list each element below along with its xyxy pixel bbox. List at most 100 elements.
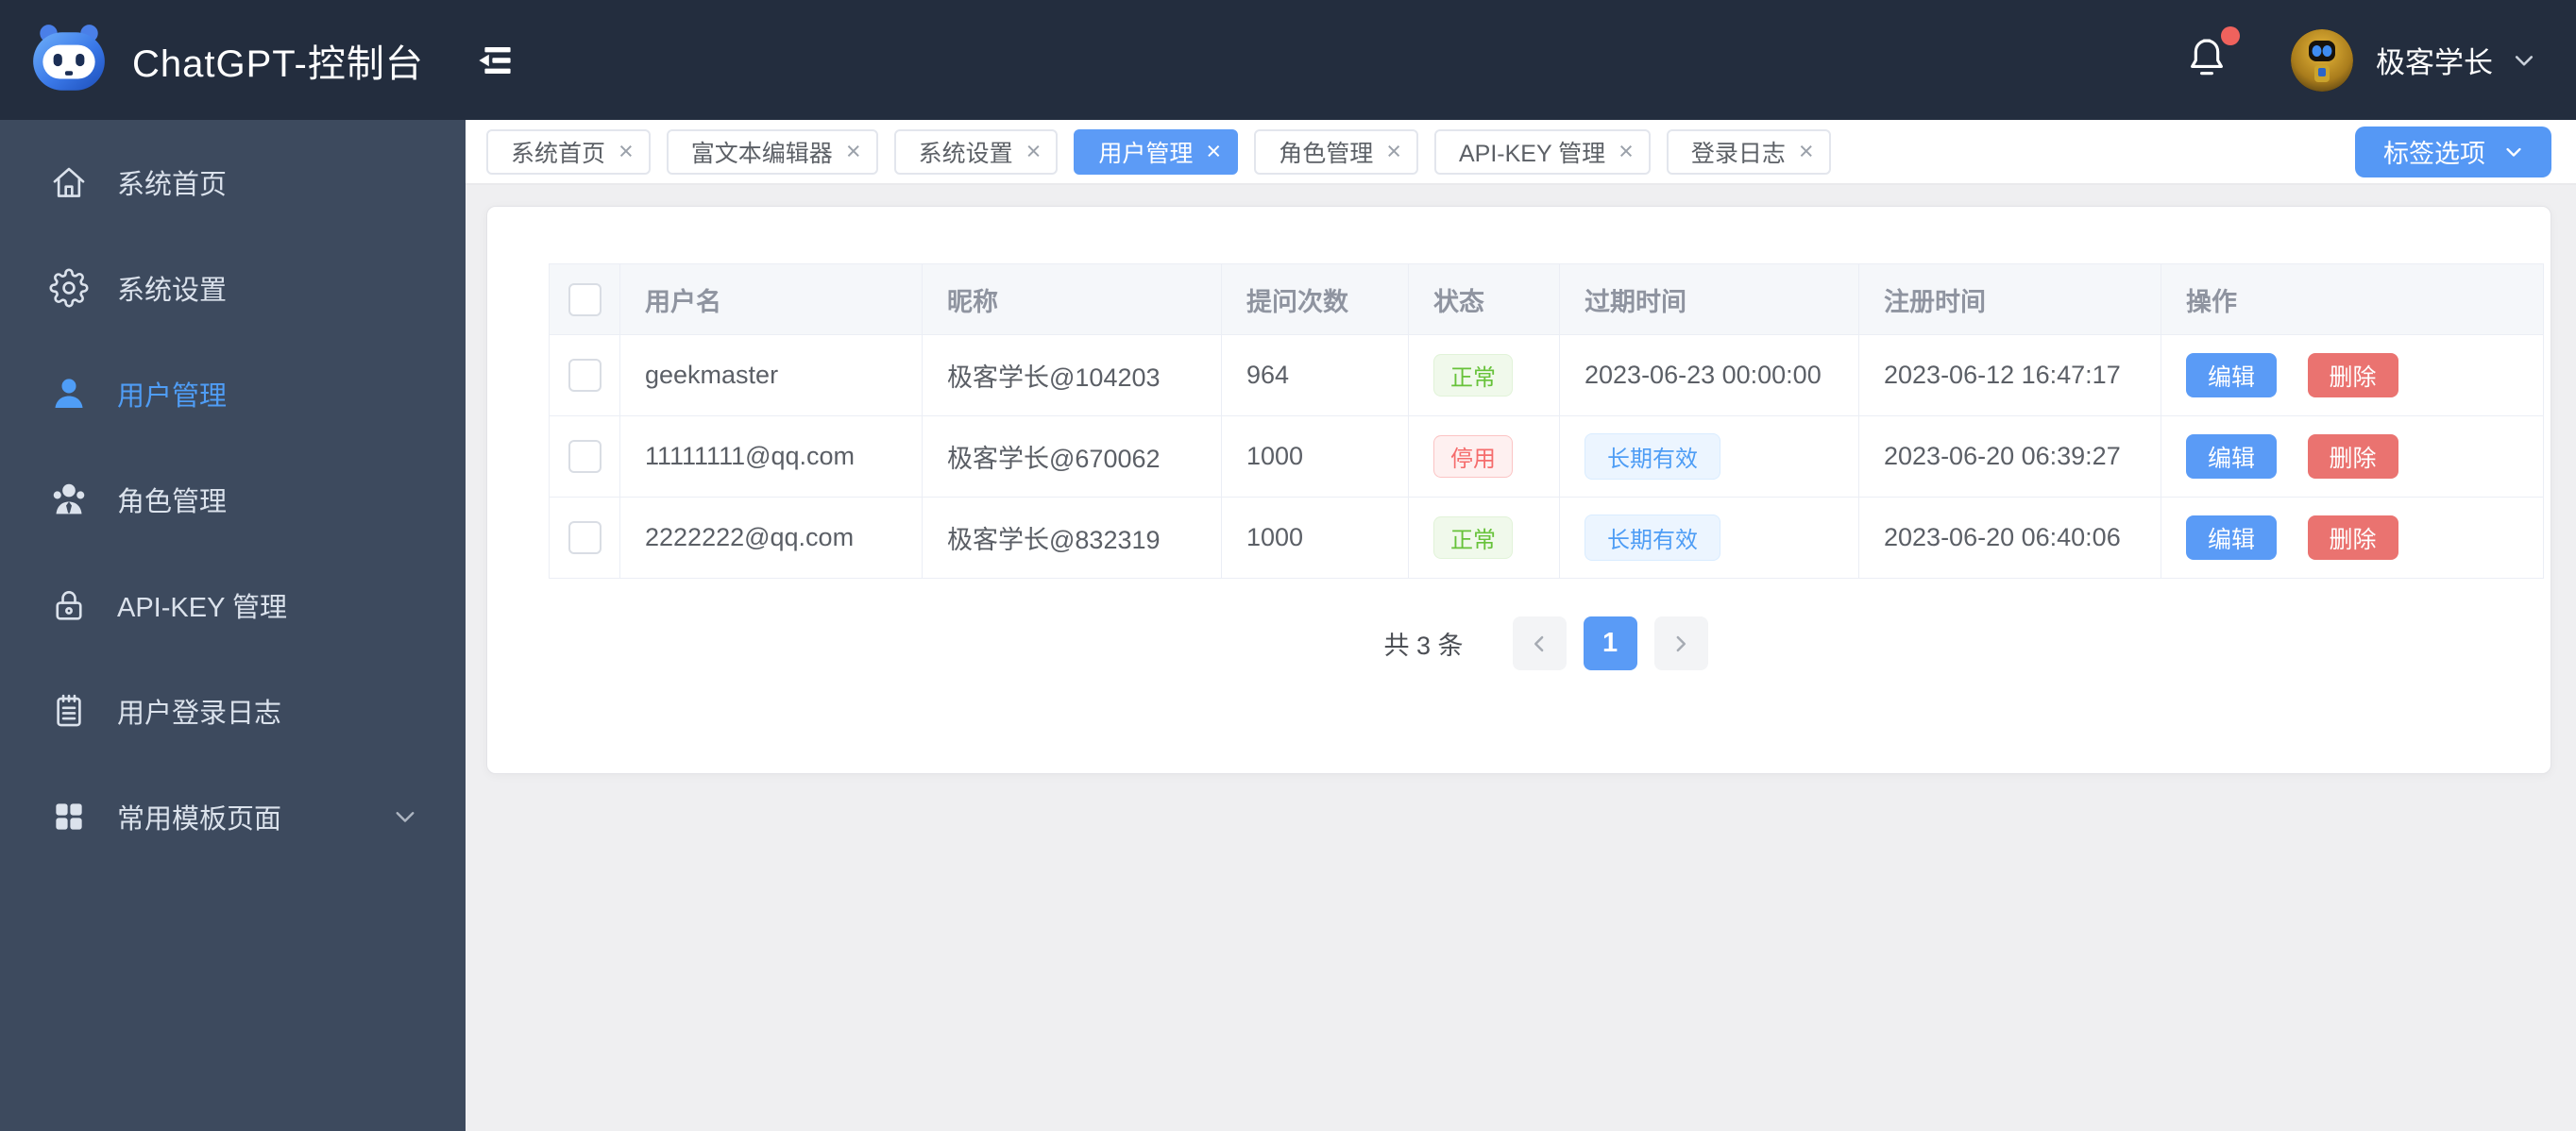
cell-question-count: 964 xyxy=(1221,334,1409,416)
close-icon[interactable]: × xyxy=(846,139,861,164)
tab-rich-text-editor[interactable]: 富文本编辑器 × xyxy=(666,128,878,175)
tabbar: 系统首页 × 富文本编辑器 × 系统设置 × 用户管理 × 角色管理 × API… xyxy=(466,120,2576,185)
sidebar-item-role-management[interactable]: 角色管理 xyxy=(0,447,466,552)
tab-login-log[interactable]: 登录日志 × xyxy=(1666,128,1831,175)
app-root: ChatGPT-控制台 极客学长 系统首页 系统设置 用户管理 角色管理 API… xyxy=(0,0,2576,1131)
sidebar-item-label: 角色管理 xyxy=(117,487,228,517)
cell-username: 11111111@qq.com xyxy=(619,415,923,498)
pagination-total: 共 3 条 xyxy=(1383,632,1464,660)
cell-register-time: 2023-06-20 06:39:27 xyxy=(1858,415,2161,498)
content-area: 用户名 昵称 提问次数 状态 过期时间 注册时间 操作 geekmaster 极… xyxy=(466,185,2576,1131)
chevron-right-icon xyxy=(1676,635,1686,651)
tag-options-label: 标签选项 xyxy=(2383,140,2485,168)
sidebar-item-system-settings[interactable]: 系统设置 xyxy=(0,235,466,341)
edit-button[interactable]: 编辑 xyxy=(2186,515,2278,560)
pagination-next-button[interactable] xyxy=(1653,616,1708,670)
cell-nickname: 极客学长@104203 xyxy=(922,334,1222,416)
notification-bell-icon[interactable] xyxy=(2183,26,2240,86)
tab-label: 用户管理 xyxy=(1098,140,1194,167)
table-header-row: 用户名 昵称 提问次数 状态 过期时间 注册时间 操作 xyxy=(549,263,2544,335)
cell-nickname: 极客学长@832319 xyxy=(922,497,1222,579)
row-checkbox[interactable] xyxy=(568,440,602,473)
sidebar-item-label: 常用模板页面 xyxy=(117,804,282,835)
select-all-checkbox[interactable] xyxy=(568,282,602,316)
sidebar-item-label: 系统设置 xyxy=(117,276,228,306)
expire-badge: 长期有效 xyxy=(1585,433,1720,480)
edit-button[interactable]: 编辑 xyxy=(2186,434,2278,479)
tab-label: 系统设置 xyxy=(918,140,1013,167)
pagination-page-1[interactable]: 1 xyxy=(1583,616,1637,670)
sidebar-item-user-management[interactable]: 用户管理 xyxy=(0,341,466,447)
sidebar-item-label: 系统首页 xyxy=(117,170,228,200)
pagination-prev-button[interactable] xyxy=(1512,616,1567,670)
table-row: 2222222@qq.com 极客学长@832319 1000 正常 长期有效 … xyxy=(549,497,2544,579)
log-icon xyxy=(47,691,91,731)
sidebar-fold-icon[interactable] xyxy=(473,38,518,83)
tag-options-button[interactable]: 标签选项 xyxy=(2355,126,2551,177)
chevron-down-icon xyxy=(388,800,422,834)
user-avatar[interactable] xyxy=(2291,28,2353,92)
cell-question-count: 1000 xyxy=(1221,415,1409,498)
sidebar: 系统首页 系统设置 用户管理 角色管理 API-KEY 管理 用户登录日志 常用… xyxy=(0,120,466,1131)
app-title: ChatGPT-控制台 xyxy=(132,42,424,85)
chevron-left-icon xyxy=(1534,635,1544,651)
tab-label: 富文本编辑器 xyxy=(690,140,833,167)
edit-button[interactable]: 编辑 xyxy=(2186,353,2278,397)
tab-label: API-KEY 管理 xyxy=(1458,140,1606,167)
user-icon xyxy=(47,374,91,414)
cell-question-count: 1000 xyxy=(1221,497,1409,579)
user-name[interactable]: 极客学长 xyxy=(2376,39,2493,81)
pagination: 共 3 条 1 xyxy=(549,616,2543,670)
cell-username: 2222222@qq.com xyxy=(619,497,923,579)
sidebar-item-api-key[interactable]: API-KEY 管理 xyxy=(0,552,466,658)
roles-icon xyxy=(47,480,91,519)
app-logo-icon xyxy=(28,20,110,101)
close-icon[interactable]: × xyxy=(1026,139,1042,164)
column-header-nickname: 昵称 xyxy=(922,263,1222,335)
table-row: geekmaster 极客学长@104203 964 正常 2023-06-23… xyxy=(549,334,2544,416)
tab-system-settings[interactable]: 系统设置 × xyxy=(893,128,1059,175)
status-badge: 停用 xyxy=(1433,435,1513,478)
delete-button[interactable]: 删除 xyxy=(2307,353,2398,397)
row-checkbox[interactable] xyxy=(568,521,602,554)
delete-button[interactable]: 删除 xyxy=(2307,434,2398,479)
expire-badge: 长期有效 xyxy=(1585,515,1720,561)
row-checkbox[interactable] xyxy=(568,359,602,392)
column-header-register-time: 注册时间 xyxy=(1858,263,2161,335)
table-row: 11111111@qq.com 极客学长@670062 1000 停用 长期有效… xyxy=(549,415,2544,498)
sidebar-item-system-home[interactable]: 系统首页 xyxy=(0,129,466,235)
sidebar-item-label: API-KEY 管理 xyxy=(117,593,287,623)
cell-register-time: 2023-06-12 16:47:17 xyxy=(1858,334,2161,416)
column-header-actions: 操作 xyxy=(2161,263,2544,335)
close-icon[interactable]: × xyxy=(619,139,634,164)
notification-dot xyxy=(2221,26,2240,45)
lock-icon xyxy=(47,585,91,625)
column-header-expire-time: 过期时间 xyxy=(1559,263,1859,335)
close-icon[interactable]: × xyxy=(1386,139,1401,164)
status-badge: 正常 xyxy=(1433,516,1513,559)
user-table: 用户名 昵称 提问次数 状态 过期时间 注册时间 操作 geekmaster 极… xyxy=(549,263,2544,579)
tab-system-home[interactable]: 系统首页 × xyxy=(486,128,651,175)
column-header-question-count: 提问次数 xyxy=(1221,263,1409,335)
sidebar-item-template-pages[interactable]: 常用模板页面 xyxy=(0,764,466,869)
user-menu-chevron-down-icon[interactable] xyxy=(2508,44,2540,76)
cell-expire-time: 2023-06-23 00:00:00 xyxy=(1559,334,1859,416)
close-icon[interactable]: × xyxy=(1799,139,1814,164)
tab-role-management[interactable]: 角色管理 × xyxy=(1254,128,1418,175)
delete-button[interactable]: 删除 xyxy=(2307,515,2398,560)
tab-label: 登录日志 xyxy=(1690,140,1786,167)
tab-label: 角色管理 xyxy=(1279,140,1374,167)
chevron-down-icon xyxy=(2506,147,2521,157)
gear-icon xyxy=(47,268,91,308)
main-area: 系统首页 × 富文本编辑器 × 系统设置 × 用户管理 × 角色管理 × API… xyxy=(466,120,2576,1131)
sidebar-item-login-log[interactable]: 用户登录日志 xyxy=(0,658,466,764)
sidebar-item-label: 用户管理 xyxy=(117,381,228,412)
sidebar-item-label: 用户登录日志 xyxy=(117,699,282,729)
user-table-card: 用户名 昵称 提问次数 状态 过期时间 注册时间 操作 geekmaster 极… xyxy=(486,206,2551,774)
tab-user-management[interactable]: 用户管理 × xyxy=(1074,128,1239,175)
grid-icon xyxy=(47,797,91,836)
column-header-status: 状态 xyxy=(1408,263,1560,335)
tab-api-key[interactable]: API-KEY 管理 × xyxy=(1433,128,1651,175)
close-icon[interactable]: × xyxy=(1206,139,1221,164)
close-icon[interactable]: × xyxy=(1618,139,1634,164)
